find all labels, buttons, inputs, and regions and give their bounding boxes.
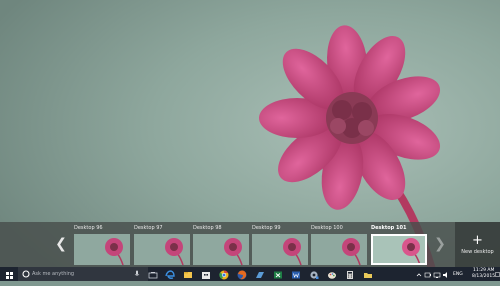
desktop-100-thumbnail[interactable]: Desktop 100 [311, 225, 367, 266]
app-gear-icon[interactable] [307, 267, 321, 281]
network-icon[interactable] [433, 267, 441, 281]
battery-icon[interactable] [424, 267, 432, 281]
clock-time[interactable]: 11:29 AM [473, 268, 494, 273]
word-icon[interactable] [289, 267, 303, 281]
desktop-label: Desktop 101 [371, 225, 407, 231]
desktop-98-thumbnail[interactable]: Desktop 98 [193, 225, 249, 266]
desktop-preview [311, 234, 367, 265]
task-view-icon[interactable] [146, 267, 160, 281]
desktop-label: Desktop 99 [252, 225, 281, 231]
desktop-101-thumbnail[interactable]: Desktop 101 [371, 225, 427, 266]
desktop-96-thumbnail[interactable]: Desktop 96 [74, 225, 130, 266]
new-desktop-button[interactable]: + New desktop [455, 222, 500, 267]
clock-date[interactable]: 8/13/2015 [472, 274, 495, 279]
task-view-desktop-strip: ❮ Desktop 96 Desktop 97 Desktop 98 Deskt… [0, 222, 500, 267]
folder-icon[interactable] [361, 267, 375, 281]
calculator-icon[interactable] [343, 267, 357, 281]
volume-icon[interactable] [442, 267, 450, 281]
desktop-label: Desktop 100 [311, 225, 343, 231]
notification-icon[interactable] [495, 267, 500, 281]
taskbar: Ask me anything ENG 11:29 AM 8/13/2015 [0, 267, 500, 281]
firefox-icon[interactable] [235, 267, 249, 281]
plus-icon: + [472, 233, 483, 248]
new-desktop-label: New desktop [461, 249, 494, 255]
desktop-label: Desktop 96 [74, 225, 103, 231]
chevron-right-icon[interactable]: ❯ [434, 236, 446, 252]
desktop-preview [74, 234, 130, 265]
windows-logo-icon[interactable] [3, 267, 16, 281]
app-icon[interactable] [253, 267, 267, 281]
desktop-preview [134, 234, 190, 265]
microphone-icon[interactable] [134, 270, 140, 278]
desktop-97-thumbnail[interactable]: Desktop 97 [134, 225, 190, 266]
desktop-label: Desktop 98 [193, 225, 222, 231]
file-explorer-icon[interactable] [181, 267, 195, 281]
search-box[interactable]: Ask me anything [18, 267, 148, 281]
cortana-circle-icon [22, 270, 30, 278]
desktop-preview [193, 234, 249, 265]
desktop-99-thumbnail[interactable]: Desktop 99 [252, 225, 308, 266]
language-indicator[interactable]: ENG [453, 272, 463, 277]
desktop-label: Desktop 97 [134, 225, 163, 231]
paint-icon[interactable] [325, 267, 339, 281]
search-input[interactable]: Ask me anything [32, 270, 74, 278]
excel-icon[interactable] [271, 267, 285, 281]
chevron-up-icon[interactable] [415, 267, 423, 281]
desktop-preview [371, 234, 427, 265]
chevron-left-icon[interactable]: ❮ [54, 236, 68, 252]
edge-icon[interactable] [163, 267, 177, 281]
store-icon[interactable] [199, 267, 213, 281]
desktop-preview [252, 234, 308, 265]
chrome-icon[interactable] [217, 267, 231, 281]
